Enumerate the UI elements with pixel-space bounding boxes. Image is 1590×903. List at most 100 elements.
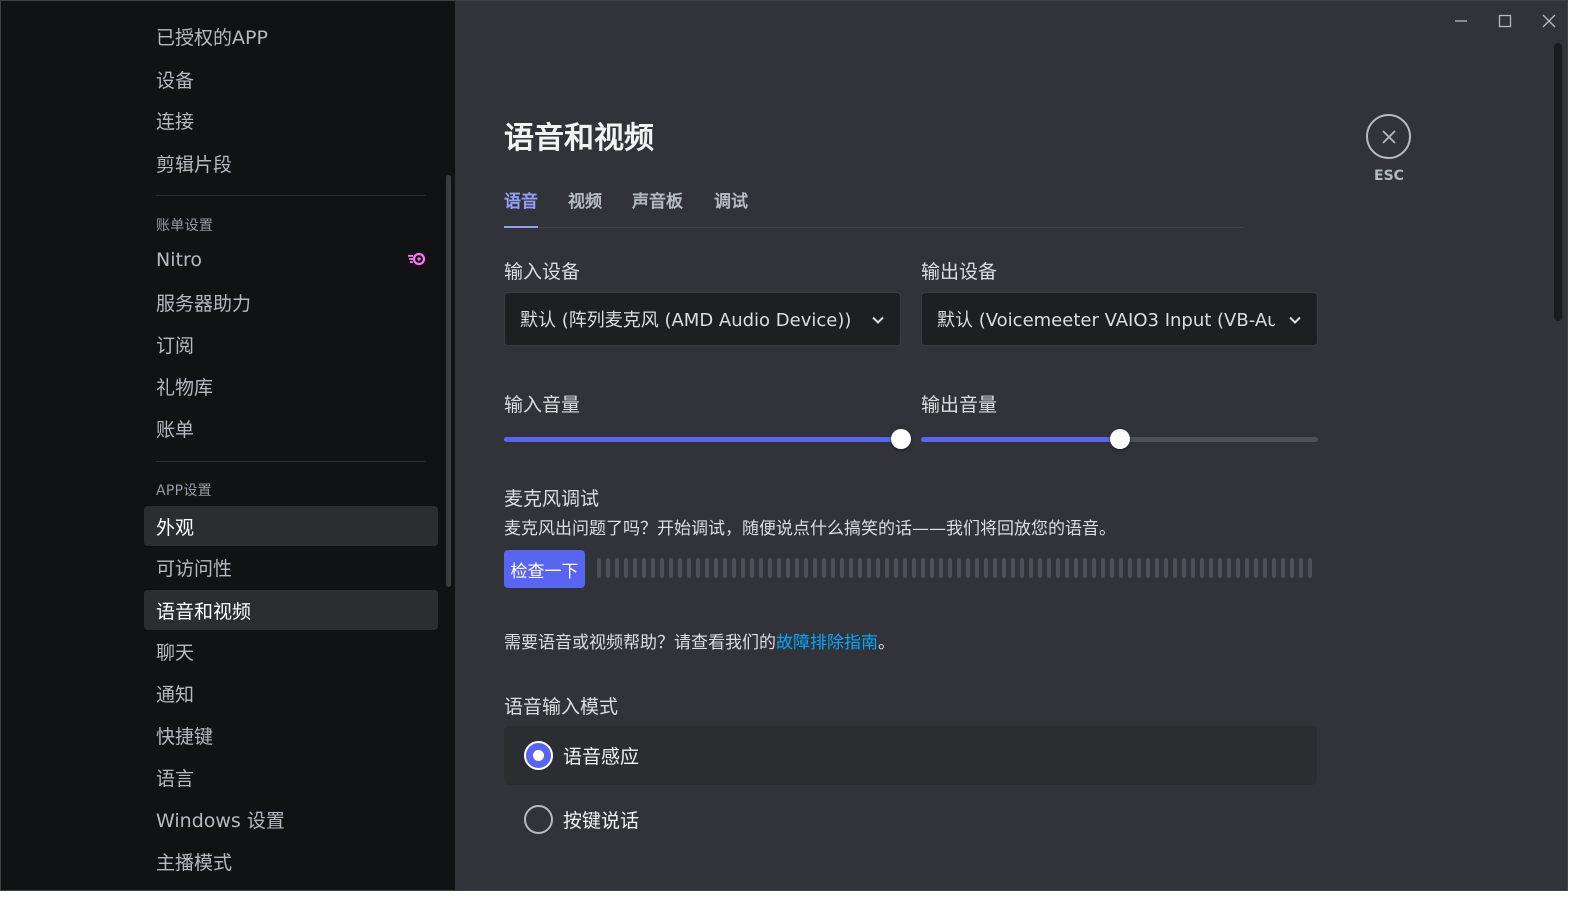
meter-bar bbox=[723, 558, 727, 578]
esc-label: ESC bbox=[1374, 168, 1404, 184]
sidebar-item-chat[interactable]: 聊天 bbox=[144, 631, 438, 671]
meter-bar bbox=[894, 558, 898, 578]
sidebar-item-gift-inventory[interactable]: 礼物库 bbox=[144, 366, 438, 406]
meter-bar bbox=[786, 558, 790, 578]
meter-bar bbox=[777, 558, 781, 578]
sidebar-item-clips[interactable]: 剪辑片段 bbox=[144, 143, 438, 183]
meter-bar bbox=[840, 558, 844, 578]
help-text: 需要语音或视频帮助？请查看我们的故障排除指南。 bbox=[504, 628, 895, 653]
meter-bar bbox=[750, 558, 754, 578]
meter-bar bbox=[714, 558, 718, 578]
meter-bar bbox=[1299, 558, 1303, 578]
sidebar-item-nitro[interactable]: Nitro bbox=[144, 240, 438, 280]
meter-bar bbox=[984, 558, 988, 578]
sidebar-item-devices[interactable]: 设备 bbox=[144, 59, 438, 99]
sidebar-item-billing[interactable]: 账单 bbox=[144, 408, 438, 448]
meter-bar bbox=[822, 558, 826, 578]
radio-checked-icon[interactable] bbox=[524, 741, 553, 770]
sidebar-item-label: 设备 bbox=[156, 69, 195, 92]
sidebar-divider bbox=[156, 461, 426, 462]
meter-bar bbox=[939, 558, 943, 578]
meter-bar bbox=[930, 558, 934, 578]
meter-bar bbox=[1110, 558, 1114, 578]
sidebar-divider bbox=[156, 195, 426, 196]
mic-test-description: 麦克风出问题了吗？开始调试，随便说点什么搞笑的话——我们将回放您的语音。 bbox=[504, 519, 1116, 539]
voice-activity-option[interactable]: 语音感应 bbox=[504, 726, 1317, 785]
meter-bar bbox=[633, 558, 637, 578]
meter-bar bbox=[1236, 558, 1240, 578]
output-volume-handle[interactable] bbox=[1110, 429, 1130, 449]
meter-bar bbox=[1191, 558, 1195, 578]
sidebar-item-notifications[interactable]: 通知 bbox=[144, 673, 438, 713]
meter-bar bbox=[651, 558, 655, 578]
sidebar-item-subscriptions[interactable]: 订阅 bbox=[144, 324, 438, 364]
sidebar-item-connections[interactable]: 连接 bbox=[144, 100, 438, 140]
tab-voice[interactable]: 语音 bbox=[504, 187, 538, 228]
close-window-button[interactable] bbox=[1537, 9, 1561, 33]
meter-bar bbox=[1128, 558, 1132, 578]
output-volume-slider[interactable] bbox=[921, 429, 1318, 449]
sidebar-item-windows-settings[interactable]: Windows 设置 bbox=[144, 799, 438, 839]
sidebar-item-voice-video[interactable]: 语音和视频 bbox=[144, 590, 438, 630]
meter-bar bbox=[1281, 558, 1285, 578]
sidebar-item-keybinds[interactable]: 快捷键 bbox=[144, 715, 438, 755]
tab-bar: 语音 视频 声音板 调试 bbox=[504, 187, 1244, 228]
page-title: 语音和视频 bbox=[504, 121, 654, 156]
mic-test-title: 麦克风调试 bbox=[504, 488, 600, 510]
maximize-button[interactable] bbox=[1493, 9, 1517, 33]
close-settings[interactable]: ESC bbox=[1366, 114, 1412, 184]
meter-bar bbox=[921, 558, 925, 578]
meter-bar bbox=[615, 558, 619, 578]
push-to-talk-option[interactable]: 按键说话 bbox=[504, 790, 1317, 849]
meter-bar bbox=[1038, 558, 1042, 578]
chevron-down-icon bbox=[1289, 316, 1301, 324]
sidebar-item-appearance[interactable]: 外观 bbox=[144, 506, 438, 546]
sidebar-header-billing: 账单设置 bbox=[156, 218, 214, 234]
input-volume-handle[interactable] bbox=[891, 429, 911, 449]
sidebar-item-accessibility[interactable]: 可访问性 bbox=[144, 547, 438, 587]
meter-bar bbox=[660, 558, 664, 578]
sidebar-scrollbar[interactable] bbox=[446, 175, 451, 587]
input-volume-slider[interactable] bbox=[504, 429, 911, 449]
voice-activity-label: 语音感应 bbox=[563, 746, 640, 768]
meter-bar bbox=[867, 558, 871, 578]
meter-bar bbox=[1119, 558, 1123, 578]
sidebar-item-label: 外观 bbox=[156, 516, 195, 539]
close-settings-button[interactable] bbox=[1366, 114, 1411, 159]
content-scrollbar[interactable] bbox=[1554, 43, 1562, 321]
meter-bar bbox=[876, 558, 880, 578]
sidebar-item-label: 已授权的APP bbox=[156, 26, 268, 49]
tab-debug[interactable]: 调试 bbox=[714, 187, 748, 228]
output-volume-label: 输出音量 bbox=[921, 394, 998, 416]
meter-bar bbox=[1155, 558, 1159, 578]
tab-soundboard[interactable]: 声音板 bbox=[632, 187, 683, 228]
meter-bar bbox=[1083, 558, 1087, 578]
meter-bar bbox=[1254, 558, 1258, 578]
input-device-value: 默认 (阵列麦克风 (AMD Audio Device)) bbox=[520, 310, 852, 331]
meter-bar bbox=[1137, 558, 1141, 578]
sidebar-item-language[interactable]: 语言 bbox=[144, 757, 438, 797]
sidebar-item-label: Nitro bbox=[156, 249, 202, 271]
meter-bar bbox=[1200, 558, 1204, 578]
meter-bar bbox=[849, 558, 853, 578]
sidebar-item-authorized-apps[interactable]: 已授权的APP bbox=[144, 16, 438, 56]
input-mode-title: 语音输入模式 bbox=[504, 696, 619, 718]
sidebar-item-label: 订阅 bbox=[156, 334, 195, 357]
input-device-select[interactable]: 默认 (阵列麦克风 (AMD Audio Device)) bbox=[504, 292, 901, 346]
radio-unchecked-icon[interactable] bbox=[524, 805, 553, 834]
output-device-select[interactable]: 默认 (Voicemeeter VAIO3 Input (VB-Audio Vo… bbox=[921, 292, 1318, 346]
sidebar-item-server-boost[interactable]: 服务器助力 bbox=[144, 282, 438, 322]
minimize-button[interactable] bbox=[1449, 9, 1473, 33]
chevron-down-icon bbox=[872, 316, 884, 324]
mic-test-button[interactable]: 检查一下 bbox=[504, 550, 585, 588]
meter-bar bbox=[606, 558, 610, 578]
output-volume-fill bbox=[921, 437, 1120, 442]
troubleshooting-link[interactable]: 故障排除指南 bbox=[776, 633, 878, 653]
meter-bar bbox=[795, 558, 799, 578]
tab-video[interactable]: 视频 bbox=[568, 187, 602, 228]
output-device-value: 默认 (Voicemeeter VAIO3 Input (VB-Audio Vo… bbox=[937, 310, 1275, 331]
sidebar-item-label: 剪辑片段 bbox=[156, 153, 233, 176]
sidebar-item-streamer-mode[interactable]: 主播模式 bbox=[144, 841, 438, 881]
input-volume-fill bbox=[504, 437, 901, 442]
meter-bar bbox=[687, 558, 691, 578]
